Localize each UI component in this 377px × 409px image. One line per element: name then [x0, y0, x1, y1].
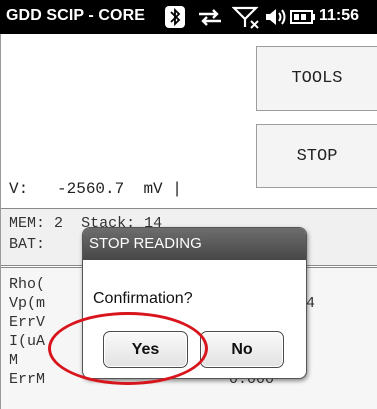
voltage-unit: mV | [143, 180, 182, 198]
battery-icon [290, 10, 315, 24]
measurement-row: Vp(m [9, 295, 46, 312]
data-sync-icon [199, 9, 221, 26]
dialog-message: Confirmation? [93, 290, 193, 307]
voltage-value: -2560.7 [57, 180, 125, 198]
volume-icon[interactable] [265, 5, 287, 29]
stop-reading-dialog: STOP READING Confirmation? Yes No [82, 227, 307, 379]
stop-button[interactable]: STOP [256, 124, 377, 188]
measurement-row: ErrV [9, 314, 46, 331]
bat-row: BAT: [9, 236, 45, 253]
no-button[interactable]: No [200, 331, 284, 368]
mem-value: 2 [54, 215, 64, 232]
measurement-row: M [9, 352, 19, 369]
app-title: GDD SCIP - CORE [6, 7, 145, 24]
yes-button[interactable]: Yes [103, 331, 188, 368]
bat-label: BAT: [9, 236, 46, 253]
dialog-title: STOP READING [83, 228, 306, 260]
measurement-row: ErrM [9, 371, 46, 388]
mem-label: MEM: [9, 215, 46, 232]
vp-value: 4 [306, 295, 316, 312]
no-signal-icon [232, 6, 259, 29]
bluetooth-icon[interactable] [165, 5, 185, 29]
voltage-label: V: [9, 180, 29, 198]
voltage-reading: V: -2560.7 mV | [9, 180, 182, 198]
tools-button[interactable]: TOOLS [256, 46, 377, 111]
measurement-row: Rho( [9, 276, 46, 293]
status-bar: GDD SCIP - CORE 11:56 [0, 0, 377, 34]
measurement-row: I(uA [9, 333, 46, 350]
clock: 11:56 [319, 7, 360, 24]
